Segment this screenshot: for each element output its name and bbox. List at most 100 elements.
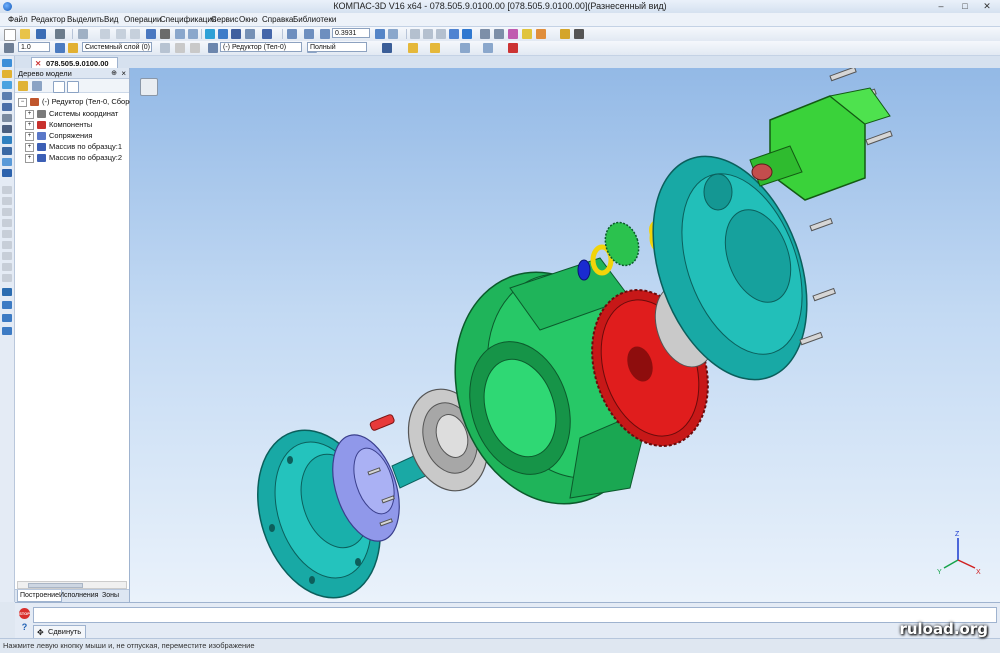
undo-icon[interactable] (175, 29, 185, 39)
snap-icon[interactable] (68, 43, 78, 53)
visibility-icon[interactable] (460, 43, 470, 53)
redo-icon[interactable] (188, 29, 198, 39)
cut-icon[interactable] (100, 29, 110, 39)
paste-icon[interactable] (130, 29, 140, 39)
mechanism-icon[interactable] (2, 314, 12, 322)
close-panel-icon[interactable]: × (121, 68, 126, 79)
stop-icon[interactable]: STOP (19, 608, 30, 619)
expand-icon[interactable]: + (25, 120, 34, 130)
fillet-icon[interactable] (2, 147, 12, 155)
key-part[interactable] (577, 259, 591, 281)
tree-filter-icon[interactable] (67, 81, 79, 93)
measure-tool-icon[interactable] (2, 219, 12, 227)
extrude-icon[interactable] (2, 114, 12, 122)
layer-props-icon[interactable] (160, 43, 170, 53)
section-icon[interactable] (508, 29, 518, 39)
sheet-metal-icon[interactable] (2, 301, 12, 309)
collapse-icon[interactable]: − (18, 97, 27, 107)
save-icon[interactable] (36, 29, 46, 39)
layer-select[interactable]: Системный слой (0) (82, 42, 152, 52)
print-icon[interactable] (55, 29, 65, 39)
create-part-icon[interactable] (2, 81, 12, 89)
camera-icon[interactable] (574, 29, 584, 39)
menu-window[interactable]: Окно (236, 14, 261, 25)
color-icon[interactable] (408, 43, 418, 53)
preview-icon[interactable] (78, 29, 88, 39)
tab-zones[interactable]: Зоны (100, 590, 121, 601)
plane-icon[interactable] (2, 158, 12, 166)
wireframe-icon[interactable] (410, 29, 420, 39)
pan-icon[interactable] (388, 29, 398, 39)
zoom-window-icon[interactable] (287, 29, 297, 39)
annotation-icon[interactable] (2, 208, 12, 216)
add-component-icon[interactable] (2, 70, 12, 78)
menu-file[interactable]: Файл (5, 14, 31, 25)
light-icon[interactable] (522, 29, 532, 39)
layer-filter-icon[interactable] (190, 43, 200, 53)
diagnostics-icon[interactable] (2, 230, 12, 238)
maximize-button[interactable]: □ (954, 1, 976, 11)
zoom-all-icon[interactable] (304, 29, 314, 39)
component-select[interactable]: (-) Редуктор (Тел-0) (220, 42, 302, 52)
fx-icon[interactable] (231, 29, 241, 39)
open-folder-icon[interactable] (20, 29, 30, 39)
mate-icon[interactable] (2, 103, 12, 111)
select-filter-icon[interactable] (2, 263, 12, 271)
layer-list-icon[interactable] (175, 43, 185, 53)
variables-icon[interactable] (160, 29, 170, 39)
scrollbar-thumb[interactable] (28, 583, 83, 588)
manager-icon[interactable] (205, 29, 215, 39)
tree-horizontal-scrollbar[interactable] (17, 581, 127, 589)
expand-icon[interactable]: + (25, 131, 34, 141)
expand-icon[interactable]: + (25, 142, 34, 152)
help-icon[interactable]: ? (19, 622, 30, 633)
zoom-value-field[interactable]: 0.3931 (332, 28, 370, 38)
menu-libraries[interactable]: Библиотеки (290, 14, 339, 25)
material-icon[interactable] (536, 29, 546, 39)
zoom-icon[interactable] (320, 29, 330, 39)
surface-icon[interactable] (2, 274, 12, 282)
macro-icon[interactable] (2, 288, 12, 296)
tree-sort-icon[interactable] (53, 81, 65, 93)
position-icon[interactable] (2, 92, 12, 100)
sketch-icon[interactable] (2, 186, 12, 194)
tree-item-components[interactable]: + Компоненты (25, 119, 92, 130)
appearance-icon[interactable] (430, 43, 440, 53)
pin-icon[interactable]: ⊕ (111, 68, 117, 79)
expand-icon[interactable]: + (25, 153, 34, 163)
orientation-icon[interactable] (480, 29, 490, 39)
measure-icon[interactable] (245, 29, 255, 39)
step-value-field[interactable]: 1.0 (18, 42, 50, 52)
menu-editor[interactable]: Редактор (28, 14, 68, 25)
new-document-icon[interactable] (4, 29, 16, 41)
tree-item-pattern-2[interactable]: + Массив по образцу:2 (25, 152, 122, 163)
3d-viewport[interactable]: Z Y X (130, 68, 1000, 602)
dimension-icon[interactable] (2, 197, 12, 205)
tree-item-mates[interactable]: + Сопряжения (25, 130, 92, 141)
tree-root[interactable]: − (-) Редуктор (Тел-0, Сборочн (18, 96, 141, 107)
command-input[interactable] (33, 607, 997, 623)
thin-lines-icon[interactable] (436, 29, 446, 39)
tree-structure-icon[interactable] (32, 81, 42, 91)
close-button[interactable]: ✕ (976, 1, 998, 11)
help-arrow-icon[interactable] (262, 29, 272, 39)
menu-view[interactable]: Вид (101, 14, 121, 25)
tree-item-coordinate-systems[interactable]: + Системы координат (25, 108, 118, 119)
shift-button[interactable]: ✥ Сдвинуть (33, 625, 87, 639)
spec-object-icon[interactable] (2, 241, 12, 249)
shaded-icon[interactable] (449, 29, 459, 39)
tab-construction[interactable]: Построение (17, 590, 62, 602)
tree-mode-icon[interactable] (18, 81, 28, 91)
explode-icon[interactable] (2, 327, 12, 335)
rotate-icon[interactable] (375, 29, 385, 39)
edit-assembly-icon[interactable] (2, 59, 12, 67)
display-mode-select[interactable]: Полный (307, 42, 367, 52)
report-icon[interactable] (2, 252, 12, 260)
copy-icon[interactable] (116, 29, 126, 39)
shaded-edges-icon[interactable] (462, 29, 472, 39)
projection-icon[interactable] (494, 29, 504, 39)
ortho-icon[interactable] (55, 43, 65, 53)
pinion-part[interactable] (600, 218, 644, 270)
properties-icon[interactable] (146, 29, 156, 39)
expand-icon[interactable]: + (25, 109, 34, 119)
